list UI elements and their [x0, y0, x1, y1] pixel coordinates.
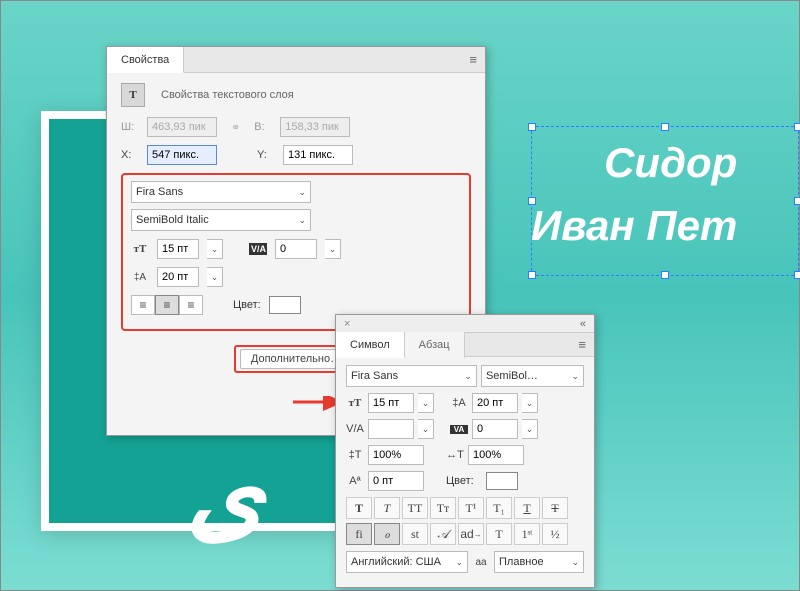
font-family-value: Fira Sans	[136, 186, 183, 198]
kerning-input[interactable]	[368, 419, 414, 439]
superscript-button[interactable]: T¹	[458, 497, 484, 519]
char-leading-input[interactable]	[472, 393, 518, 413]
tab-properties[interactable]: Свойства	[107, 47, 184, 73]
character-panel: × « Символ Абзац ≡ Fira Sans⌄ SemiBol…⌄ …	[335, 314, 595, 588]
width-label: Ш:	[121, 121, 139, 133]
text-line-2: Иван Пет	[531, 202, 737, 249]
handle-bottom-center[interactable]	[661, 271, 669, 279]
vscale-input[interactable]	[368, 445, 424, 465]
type-options-highlight: Fira Sans⌄ SemiBold Italic⌄ тT ⌄ V/A ⌄ ‡…	[121, 173, 471, 331]
x-label: X:	[121, 149, 139, 161]
font-size-stepper[interactable]: ⌄	[207, 239, 223, 259]
handle-top-center[interactable]	[661, 123, 669, 131]
font-style-value: SemiBold Italic	[136, 214, 209, 226]
char-font-family-select[interactable]: Fira Sans⌄	[346, 365, 477, 387]
height-input	[280, 117, 350, 137]
leading-input[interactable]	[157, 267, 199, 287]
contextual-alt-button[interactable]: ℴ	[374, 523, 400, 545]
canvas-text-layer[interactable]: Сидор Иван Пет	[531, 131, 737, 257]
leading-stepper[interactable]: ⌄	[207, 267, 223, 287]
kerning-caret[interactable]: ⌄	[418, 419, 434, 439]
char-tracking-caret[interactable]: ⌄	[522, 419, 538, 439]
char-leading-caret[interactable]: ⌄	[522, 393, 538, 413]
baseline-input[interactable]	[368, 471, 424, 491]
align-right-button[interactable]: ≡	[179, 295, 203, 315]
y-label: Y:	[257, 149, 275, 161]
char-size-input[interactable]	[368, 393, 414, 413]
color-label: Цвет:	[233, 299, 261, 311]
language-select[interactable]: Английский: США⌄	[346, 551, 468, 573]
faux-italic-button[interactable]: T	[374, 497, 400, 519]
text-line-1: Сидор	[604, 139, 737, 186]
char-leading-icon: ‡A	[450, 397, 468, 409]
char-panel-menu-icon[interactable]: ≡	[578, 337, 586, 352]
font-family-select[interactable]: Fira Sans⌄	[131, 181, 311, 203]
tracking-icon: V/A	[249, 243, 267, 255]
type-style-row: T T TT Tᴛ T¹ T₁ T T	[346, 497, 584, 519]
small-caps-button[interactable]: Tᴛ	[430, 497, 456, 519]
fractions-button[interactable]: ½	[542, 523, 568, 545]
collapse-icon[interactable]: «	[580, 318, 586, 330]
link-wh-icon[interactable]: ⚭	[231, 121, 240, 134]
ligatures-button[interactable]: fi	[346, 523, 372, 545]
stylistic-alt-button[interactable]: ad→	[458, 523, 484, 545]
handle-top-right[interactable]	[794, 123, 800, 131]
char-font-style-select[interactable]: SemiBol…⌄	[481, 365, 584, 387]
char-color-swatch[interactable]	[486, 472, 518, 490]
height-label: В:	[254, 121, 272, 133]
handle-top-left[interactable]	[528, 123, 536, 131]
hscale-input[interactable]	[468, 445, 524, 465]
char-tracking-input[interactable]	[472, 419, 518, 439]
all-caps-button[interactable]: TT	[402, 497, 428, 519]
font-size-icon: тT	[131, 243, 149, 255]
char-size-icon: тT	[346, 397, 364, 409]
faux-bold-button[interactable]: T	[346, 497, 372, 519]
antialias-icon: aa	[472, 557, 490, 568]
handle-mid-right[interactable]	[794, 197, 800, 205]
hscale-icon: ↔T	[446, 449, 464, 461]
y-input[interactable]	[283, 145, 353, 165]
font-size-input[interactable]	[157, 239, 199, 259]
align-center-button[interactable]: ≡	[155, 295, 179, 315]
panel-menu-icon[interactable]: ≡	[469, 52, 477, 67]
handle-bottom-left[interactable]	[528, 271, 536, 279]
properties-panel-header: Свойства ≡	[107, 47, 485, 73]
antialias-select[interactable]: Плавное⌄	[494, 551, 584, 573]
type-layer-icon: T	[121, 83, 145, 107]
underline-button[interactable]: T	[514, 497, 540, 519]
swash-button[interactable]: 𝒜	[430, 523, 456, 545]
kerning-icon: V/A	[346, 423, 364, 435]
leading-icon: ‡A	[131, 272, 149, 283]
char-tracking-icon: VA	[450, 425, 468, 434]
char-color-label: Цвет:	[446, 475, 474, 487]
baseline-icon: Aª	[346, 475, 364, 487]
subscript-button[interactable]: T₁	[486, 497, 512, 519]
tracking-input[interactable]	[275, 239, 317, 259]
vscale-icon: ‡T	[346, 449, 364, 461]
ordinals-button[interactable]: 1ˢᵗ	[514, 523, 540, 545]
tab-character[interactable]: Символ	[336, 332, 405, 358]
color-swatch[interactable]	[269, 296, 301, 314]
x-input[interactable]	[147, 145, 217, 165]
opentype-row: fi ℴ st 𝒜 ad→ T 1ˢᵗ ½	[346, 523, 584, 545]
char-size-caret[interactable]: ⌄	[418, 393, 434, 413]
handle-bottom-right[interactable]	[794, 271, 800, 279]
titling-alt-button[interactable]: T	[486, 523, 512, 545]
strikethrough-button[interactable]: T	[542, 497, 568, 519]
tab-paragraph[interactable]: Абзац	[405, 332, 465, 358]
text-align-group: ≡ ≡ ≡	[131, 295, 203, 315]
close-icon[interactable]: ×	[336, 318, 358, 330]
discretionary-lig-button[interactable]: st	[402, 523, 428, 545]
section-title: Свойства текстового слоя	[161, 89, 294, 101]
align-left-button[interactable]: ≡	[131, 295, 155, 315]
width-input	[147, 117, 217, 137]
background-glyph: ی	[186, 436, 264, 553]
font-style-select[interactable]: SemiBold Italic⌄	[131, 209, 311, 231]
tracking-stepper[interactable]: ⌄	[325, 239, 341, 259]
